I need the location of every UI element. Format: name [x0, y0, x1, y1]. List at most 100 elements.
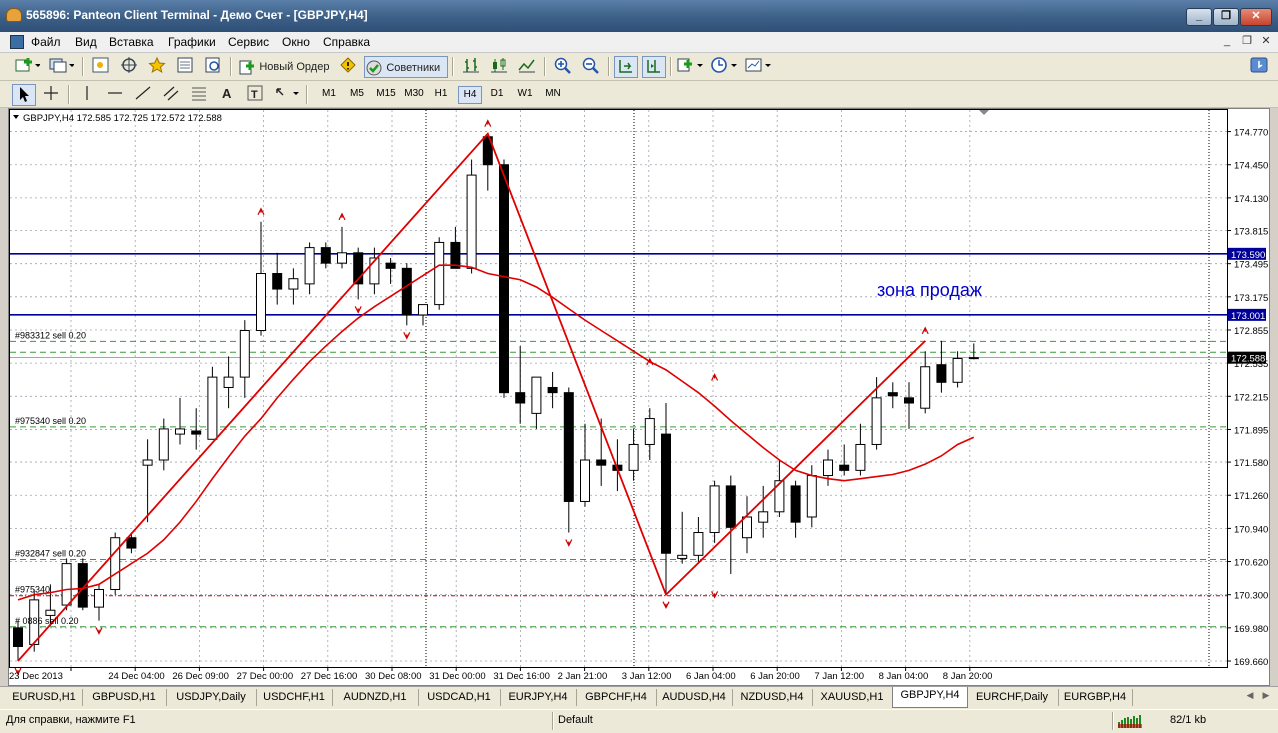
minimize-button[interactable]: _ [1186, 8, 1212, 26]
tab-eurusd-h1[interactable]: EURUSD,H1 [6, 689, 83, 706]
tab-usdchf-h1[interactable]: USDCHF,H1 [256, 689, 333, 706]
timeframe-m1[interactable]: M1 [318, 86, 340, 102]
title-bar: 565896: Panteon Client Terminal - Демо С… [0, 0, 1278, 32]
candle-body [434, 241, 445, 306]
child-minimize-button[interactable]: _ [1220, 34, 1234, 48]
timeframe-w1[interactable]: W1 [514, 86, 536, 102]
alert-icon[interactable] [337, 56, 359, 76]
time-label: 23 Dec 2013 [9, 671, 63, 682]
crosshair-icon[interactable] [40, 84, 62, 104]
candle-body [952, 357, 963, 383]
vertical-line-icon[interactable] [76, 84, 98, 104]
chart-menu-triangle-icon[interactable] [13, 115, 19, 119]
zoom-in-icon[interactable] [552, 56, 574, 76]
bar-chart-icon[interactable] [460, 56, 482, 76]
tab-gbpusd-h1[interactable]: GBPUSD,H1 [82, 689, 167, 706]
tab-gbpjpy-h4[interactable]: GBPJPY,H4 [892, 687, 968, 708]
tab-nzdusd-h4[interactable]: NZDUSD,H4 [732, 689, 813, 706]
text-tool-icon[interactable]: A [216, 84, 238, 104]
chart-window[interactable]: 174.770 174.450 174.130 173.815 173.495 173.1… [8, 108, 1270, 686]
fibonacci-icon[interactable] [188, 84, 210, 104]
expert-advisors-button[interactable]: Советники [364, 56, 448, 78]
candlestick-chart-icon[interactable] [488, 56, 510, 76]
timeframe-m15[interactable]: M15 [374, 86, 398, 102]
navigator-icon[interactable] [118, 56, 140, 76]
maximize-button[interactable]: ❐ [1213, 8, 1239, 26]
timeframe-h4[interactable]: H4 [458, 86, 482, 104]
menu-tools[interactable]: Сервис [228, 35, 269, 49]
trendline-icon[interactable] [132, 84, 154, 104]
indicators-icon[interactable] [676, 56, 706, 76]
arrows-icon[interactable] [272, 84, 302, 104]
price-label: 171.260 [1234, 491, 1268, 502]
text-label-icon[interactable]: T [244, 84, 266, 104]
price-chart[interactable]: 174.770 174.450 174.130 173.815 173.495 173.1… [9, 109, 1269, 685]
tab-eurjpy-h4[interactable]: EURJPY,H4 [500, 689, 577, 706]
templates-icon[interactable] [744, 56, 774, 76]
timeframe-m30[interactable]: M30 [402, 86, 426, 102]
tab-usdcad-h1[interactable]: USDCAD,H1 [418, 689, 501, 706]
new-chart-icon[interactable] [14, 56, 41, 76]
tab-scroll-right-icon[interactable]: ▶ [1260, 690, 1272, 704]
zoom-out-icon[interactable] [580, 56, 602, 76]
new-order-button[interactable]: Новый Ордер [238, 56, 334, 76]
timeframe-mn[interactable]: MN [542, 86, 564, 102]
candle-body [628, 443, 639, 471]
tab-eurgbp-h4[interactable]: EURGBP,H4 [1058, 689, 1133, 706]
timeframe-h1[interactable]: H1 [430, 86, 452, 102]
fractal-down-marker [403, 332, 411, 340]
menu-insert[interactable]: Вставка [109, 35, 154, 49]
candle-body [823, 459, 833, 477]
favorites-icon[interactable] [146, 56, 168, 76]
tab-xauusd-h1[interactable]: XAUUSD,H1 [812, 689, 893, 706]
chart-indicator-lines [17, 131, 975, 662]
tab-audusd-h4[interactable]: AUDUSD,H4 [656, 689, 733, 706]
cursor-icon[interactable] [12, 84, 36, 106]
menu-file[interactable]: Файл [31, 35, 61, 49]
time-label: 24 Dec 04:00 [108, 671, 165, 682]
menu-window[interactable]: Окно [282, 35, 310, 49]
menu-help[interactable]: Справка [323, 35, 370, 49]
terminal-icon[interactable] [174, 56, 196, 76]
chart-shift-marker-icon[interactable] [979, 110, 989, 115]
menu-bar: Файл Вид Вставка Графики Сервис Окно Спр… [0, 32, 1278, 53]
autoscroll-icon[interactable] [614, 56, 638, 78]
market-watch-icon[interactable] [90, 56, 112, 76]
child-restore-button[interactable]: ❐ [1240, 34, 1254, 48]
strategy-tester-icon[interactable] [202, 56, 224, 76]
child-close-button[interactable]: ✕ [1259, 34, 1273, 48]
chat-icon[interactable] [1248, 56, 1270, 76]
tab-audnzd-h1[interactable]: AUDNZD,H1 [332, 689, 419, 706]
price-label: 170.620 [1234, 558, 1268, 569]
price-label: 169.660 [1234, 657, 1268, 668]
timeframe-m5[interactable]: M5 [346, 86, 368, 102]
menu-view[interactable]: Вид [75, 35, 97, 49]
price-box-label: 173.590 [1231, 250, 1265, 261]
chart-shift-icon[interactable] [642, 56, 666, 78]
candle-body [207, 376, 218, 440]
time-label: 8 Jan 04:00 [879, 671, 929, 682]
sell-zone-annotation: зона продаж [877, 280, 982, 300]
time-label: 6 Jan 04:00 [686, 671, 736, 682]
time-label: 8 Jan 20:00 [943, 671, 993, 682]
periods-icon[interactable] [710, 56, 740, 76]
price-label: 170.940 [1234, 524, 1268, 535]
candle-body [742, 516, 752, 539]
line-chart-icon[interactable] [516, 56, 538, 76]
menu-charts[interactable]: Графики [168, 35, 216, 49]
timeframe-d1[interactable]: D1 [486, 86, 508, 102]
candle-body [563, 392, 574, 502]
candle-body [580, 459, 590, 502]
tab-scroll-left-icon[interactable]: ◀ [1244, 690, 1256, 704]
close-button[interactable]: ✕ [1240, 8, 1272, 26]
tab-usdjpy-daily[interactable]: USDJPY,Daily [166, 689, 257, 706]
candle-body [158, 428, 169, 461]
horizontal-line-icon[interactable] [104, 84, 126, 104]
candle-body [13, 627, 23, 647]
equidistant-channel-icon[interactable] [160, 84, 182, 104]
candle-body [256, 273, 266, 331]
profiles-icon[interactable] [48, 56, 75, 76]
chart-window-icon [10, 35, 24, 49]
tab-gbpchf-h4[interactable]: GBPCHF,H4 [576, 689, 657, 706]
tab-eurchf-daily[interactable]: EURCHF,Daily [966, 689, 1059, 706]
